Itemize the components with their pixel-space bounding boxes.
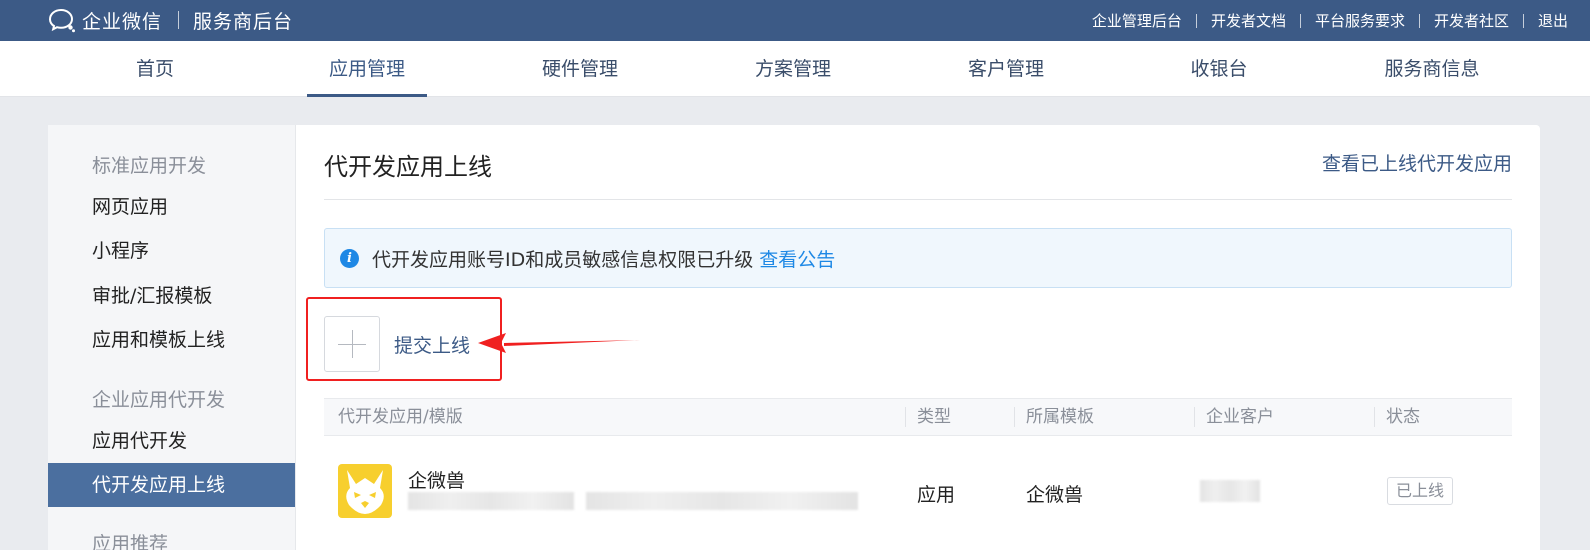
column-divider xyxy=(1014,407,1015,427)
table-header: 代开发应用/模版 类型 所属模板 企业客户 状态 xyxy=(324,398,1512,436)
blurred-app-description xyxy=(586,492,858,510)
status-badge: 已上线 xyxy=(1387,477,1454,505)
link-logout[interactable]: 退出 xyxy=(1538,10,1568,31)
nav-customer-management[interactable]: 客户管理 xyxy=(946,41,1066,97)
blurred-customer xyxy=(1200,480,1260,502)
sidebar-item-approval-template[interactable]: 审批/汇报模板 xyxy=(48,274,295,318)
column-divider xyxy=(905,407,906,427)
notice-text: 代开发应用账号ID和成员敏感信息权限已升级 xyxy=(372,248,754,271)
nav-cashier[interactable]: 收银台 xyxy=(1159,41,1279,97)
sidebar-item-web-app[interactable]: 网页应用 xyxy=(48,185,295,229)
app-name: 企微兽 xyxy=(408,470,466,492)
notice-banner: i 代开发应用账号ID和成员敏感信息权限已升级 查看公告 xyxy=(324,228,1512,288)
submit-launch-label[interactable]: 提交上线 xyxy=(394,331,470,358)
wecom-logo-icon xyxy=(48,8,75,33)
brand-subtitle: 服务商后台 xyxy=(193,10,294,33)
content-card: 标准应用开发 网页应用 小程序 审批/汇报模板 应用和模板上线 企业应用代开发 … xyxy=(48,125,1540,550)
column-header-customer: 企业客户 xyxy=(1206,407,1274,427)
column-header-status: 状态 xyxy=(1386,407,1420,427)
sidebar-group-app-recommend: 应用推荐 xyxy=(92,533,169,550)
blurred-app-id xyxy=(408,492,574,510)
brand-divider xyxy=(178,11,180,29)
app-template: 企微兽 xyxy=(1026,484,1084,506)
column-divider xyxy=(1194,407,1195,427)
link-developer-community[interactable]: 开发者社区 xyxy=(1434,10,1509,31)
main-nav: 首页 应用管理 硬件管理 方案管理 客户管理 收银台 服务商信息 xyxy=(0,41,1590,97)
column-divider xyxy=(1374,407,1375,427)
nav-solution-management[interactable]: 方案管理 xyxy=(733,41,853,97)
title-divider xyxy=(324,199,1512,200)
link-divider xyxy=(1522,13,1524,28)
app-type: 应用 xyxy=(917,484,956,506)
top-bar: 企业微信 服务商后台 企业管理后台 开发者文档 平台服务要求 开发者社区 退出 xyxy=(0,0,1590,41)
link-admin-console[interactable]: 企业管理后台 xyxy=(1092,10,1182,31)
link-developer-docs[interactable]: 开发者文档 xyxy=(1211,10,1286,31)
sidebar-item-app-template-launch[interactable]: 应用和模板上线 xyxy=(48,318,295,362)
table-row[interactable]: 企微兽 应用 企微兽 已上线 xyxy=(324,436,1512,546)
sidebar-item-custom-dev-launch[interactable]: 代开发应用上线 xyxy=(48,463,295,507)
link-divider xyxy=(1418,13,1420,28)
brand[interactable]: 企业微信 服务商后台 xyxy=(48,6,293,34)
info-icon: i xyxy=(340,248,359,268)
nav-app-management[interactable]: 应用管理 xyxy=(307,41,427,97)
sidebar: 标准应用开发 网页应用 小程序 审批/汇报模板 应用和模板上线 企业应用代开发 … xyxy=(48,125,296,550)
nav-hardware-management[interactable]: 硬件管理 xyxy=(520,41,640,97)
red-arrow-icon xyxy=(478,333,640,353)
column-header-type: 类型 xyxy=(917,407,951,427)
nav-home[interactable]: 首页 xyxy=(95,41,215,97)
top-links: 企业管理后台 开发者文档 平台服务要求 开发者社区 退出 xyxy=(1092,0,1568,41)
nav-provider-info[interactable]: 服务商信息 xyxy=(1372,41,1492,97)
column-header-template: 所属模板 xyxy=(1026,407,1094,427)
column-header-app: 代开发应用/模版 xyxy=(338,407,463,427)
sidebar-group-custom-dev: 企业应用代开发 xyxy=(92,389,226,411)
qiweishou-app-icon xyxy=(338,464,392,518)
view-launched-apps-link[interactable]: 查看已上线代开发应用 xyxy=(1322,149,1512,176)
link-divider xyxy=(1195,13,1197,28)
brand-name: 企业微信 xyxy=(82,10,163,33)
submit-launch-button[interactable]: 提交上线 xyxy=(324,316,470,372)
sidebar-item-mini-program[interactable]: 小程序 xyxy=(48,229,295,273)
plus-icon[interactable] xyxy=(324,316,380,372)
link-divider xyxy=(1299,13,1301,28)
sidebar-group-standard-apps: 标准应用开发 xyxy=(92,155,207,177)
sidebar-item-custom-dev[interactable]: 应用代开发 xyxy=(48,419,295,463)
link-platform-requirements[interactable]: 平台服务要求 xyxy=(1315,10,1405,31)
page-title: 代开发应用上线 xyxy=(324,153,492,181)
notice-link[interactable]: 查看公告 xyxy=(759,245,835,272)
